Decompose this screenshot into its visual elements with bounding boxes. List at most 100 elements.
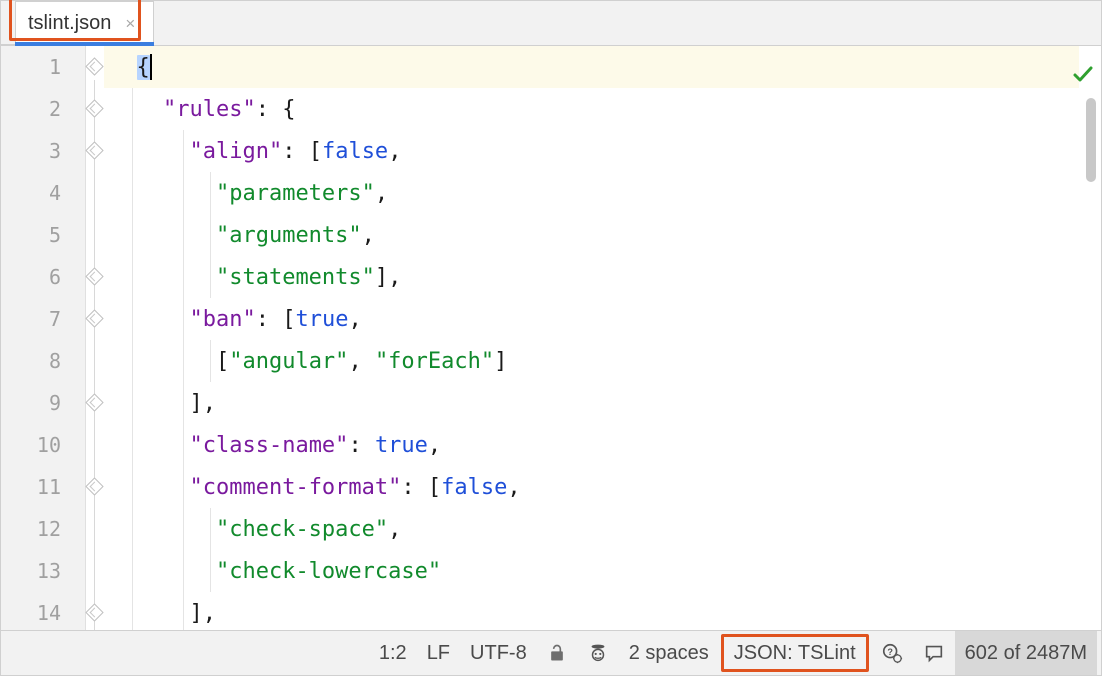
- gutter[interactable]: 1 2 3 4 5 6 7 8 9 10 11 12 13 14: [1, 46, 86, 630]
- unlock-icon: [547, 643, 567, 663]
- line-number[interactable]: 9: [1, 382, 85, 424]
- token-key: "class-name": [189, 433, 348, 458]
- status-notifications[interactable]: [913, 631, 955, 675]
- token-punct: ],: [189, 391, 216, 416]
- token-punct: :: [348, 433, 375, 458]
- code-line[interactable]: "align": [false,: [110, 130, 1079, 172]
- close-icon[interactable]: ×: [121, 15, 139, 33]
- tab-bar-gap: [1, 1, 15, 45]
- token-punct: ]: [494, 349, 507, 374]
- fold-toggle-icon[interactable]: [85, 57, 103, 75]
- line-number[interactable]: 7: [1, 298, 85, 340]
- code-line[interactable]: "check-space",: [110, 508, 1079, 550]
- token-key: "ban": [189, 307, 255, 332]
- token-keyword: false: [322, 139, 388, 164]
- token-string: "check-space": [216, 517, 388, 542]
- fold-toggle-icon[interactable]: [85, 99, 103, 117]
- status-readonly-toggle[interactable]: [537, 631, 577, 675]
- token-string: "angular": [229, 349, 348, 374]
- line-number[interactable]: 12: [1, 508, 85, 550]
- token-string: "check-lowercase": [216, 559, 441, 584]
- status-indent[interactable]: 2 spaces: [619, 631, 719, 675]
- code-line[interactable]: "class-name": true,: [110, 424, 1079, 466]
- code-line[interactable]: "rules": {: [110, 88, 1079, 130]
- token-punct: : [: [282, 139, 322, 164]
- line-number[interactable]: 13: [1, 550, 85, 592]
- code-line[interactable]: ],: [110, 592, 1079, 630]
- status-memory-indicator[interactable]: 602 of 2487M: [955, 631, 1097, 675]
- language-label: JSON: TSLint: [734, 642, 856, 665]
- memory-label: 602 of 2487M: [965, 642, 1087, 665]
- token-string: "arguments": [216, 223, 362, 248]
- token-string: "statements": [216, 265, 375, 290]
- line-number[interactable]: 6: [1, 256, 85, 298]
- line-number[interactable]: 14: [1, 592, 85, 630]
- svg-text:?: ?: [887, 647, 893, 657]
- fold-column: [86, 46, 104, 630]
- token-string: "forEach": [375, 349, 494, 374]
- help-gear-icon: ?: [881, 642, 903, 664]
- line-number[interactable]: 5: [1, 214, 85, 256]
- code-line[interactable]: "comment-format": [false,: [110, 466, 1079, 508]
- token-punct: ,: [348, 349, 375, 374]
- line-number[interactable]: 3: [1, 130, 85, 172]
- fold-toggle-icon[interactable]: [85, 477, 103, 495]
- text-cursor: [150, 54, 152, 80]
- code-line[interactable]: ],: [110, 382, 1079, 424]
- line-number[interactable]: 10: [1, 424, 85, 466]
- analysis-bar: [1079, 46, 1101, 630]
- token-key: "comment-format": [189, 475, 401, 500]
- token-punct: : [: [256, 307, 296, 332]
- code-area[interactable]: { "rules": { "align": [false, "parameter…: [104, 46, 1079, 630]
- caret-position-label: 1:2: [379, 642, 407, 665]
- line-number[interactable]: 11: [1, 466, 85, 508]
- code-line[interactable]: "check-lowercase": [110, 550, 1079, 592]
- encoding-label: UTF-8: [470, 642, 527, 665]
- code-line[interactable]: {: [104, 46, 1079, 88]
- code-line[interactable]: ["angular", "forEach"]: [110, 340, 1079, 382]
- fold-toggle-icon[interactable]: [85, 309, 103, 327]
- token-key: "rules": [163, 97, 256, 122]
- code-line[interactable]: "statements"],: [110, 256, 1079, 298]
- status-inspections-profile[interactable]: [577, 631, 619, 675]
- line-separator-label: LF: [427, 642, 450, 665]
- editor-tab-active[interactable]: tslint.json ×: [15, 1, 154, 45]
- token-punct: ],: [189, 601, 216, 626]
- line-number[interactable]: 1: [1, 46, 85, 88]
- token-keyword: false: [441, 475, 507, 500]
- code-line[interactable]: "parameters",: [110, 172, 1079, 214]
- token-punct: : [: [401, 475, 441, 500]
- fold-guide: [94, 80, 95, 630]
- token-keyword: true: [295, 307, 348, 332]
- token-punct: ],: [375, 265, 402, 290]
- code-line[interactable]: "ban": [true,: [110, 298, 1079, 340]
- check-icon: [1071, 56, 1095, 89]
- inspector-icon: [587, 642, 609, 664]
- fold-toggle-icon[interactable]: [85, 393, 103, 411]
- scrollbar-thumb[interactable]: [1086, 98, 1096, 182]
- token-punct: ,: [428, 433, 441, 458]
- token-punct: ,: [348, 307, 361, 332]
- chat-bubble-icon: [923, 642, 945, 664]
- line-number[interactable]: 4: [1, 172, 85, 214]
- status-encoding[interactable]: UTF-8: [460, 631, 537, 675]
- editor[interactable]: 1 2 3 4 5 6 7 8 9 10 11 12 13 14 { "rule…: [1, 46, 1101, 630]
- token-brace: {: [137, 55, 150, 80]
- token-punct: ,: [375, 181, 388, 206]
- tab-filename: tslint.json: [26, 12, 113, 35]
- code-line[interactable]: "arguments",: [110, 214, 1079, 256]
- status-line-separator[interactable]: LF: [417, 631, 460, 675]
- line-number[interactable]: 2: [1, 88, 85, 130]
- token-punct: ,: [388, 517, 401, 542]
- fold-toggle-icon[interactable]: [85, 141, 103, 159]
- tab-bar: tslint.json ×: [1, 1, 1101, 46]
- status-help[interactable]: ?: [871, 631, 913, 675]
- status-language[interactable]: JSON: TSLint: [721, 634, 869, 672]
- status-caret-position[interactable]: 1:2: [369, 631, 417, 675]
- line-number[interactable]: 8: [1, 340, 85, 382]
- indent-label: 2 spaces: [629, 642, 709, 665]
- token-punct: ,: [388, 139, 401, 164]
- fold-toggle-icon[interactable]: [85, 603, 103, 621]
- token-punct: ,: [362, 223, 375, 248]
- fold-toggle-icon[interactable]: [85, 267, 103, 285]
